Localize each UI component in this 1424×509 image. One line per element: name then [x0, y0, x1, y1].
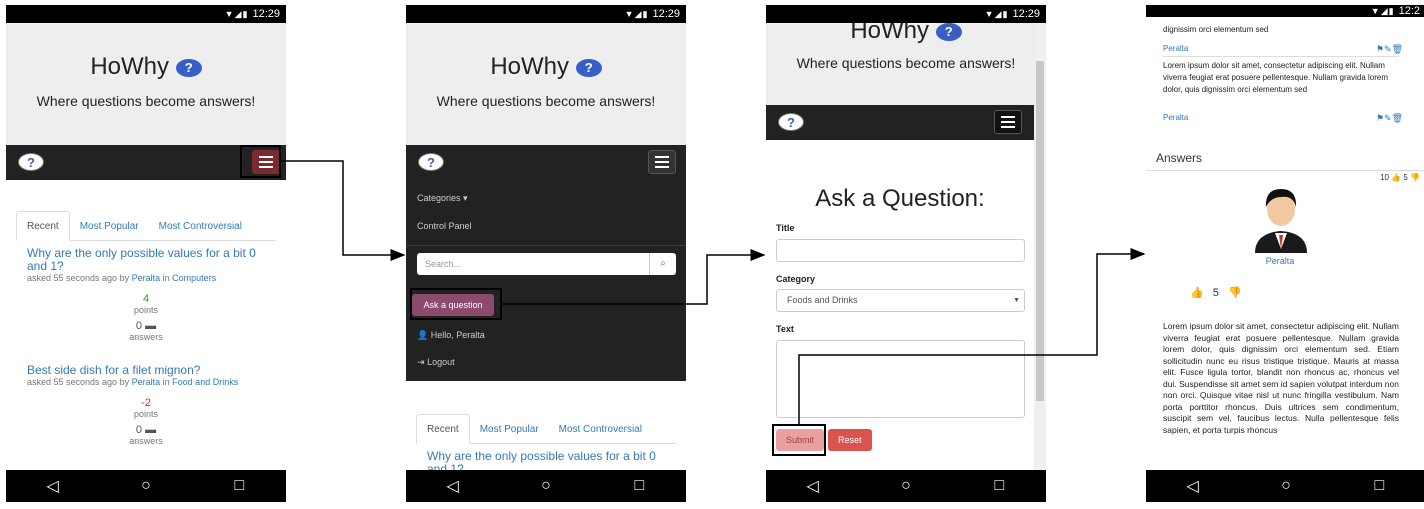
status-bar: ▼◢▮ 12:29: [766, 5, 1046, 23]
recents-icon[interactable]: □: [609, 477, 669, 495]
home-icon[interactable]: ○: [516, 477, 576, 495]
android-nav-bar: ◁ ○ □: [406, 470, 686, 502]
recents-icon[interactable]: □: [209, 477, 269, 495]
signal-icon: ▼◢▮: [624, 9, 649, 19]
back-icon[interactable]: ◁: [1163, 476, 1223, 496]
signal-icon: ▼◢▮: [224, 9, 249, 19]
status-bar: ▼◢▮ 12:29: [406, 5, 686, 23]
android-nav-bar: ◁ ○ □: [766, 470, 1046, 502]
home-icon[interactable]: ○: [1256, 477, 1316, 495]
back-icon[interactable]: ◁: [423, 476, 483, 496]
flow-arrows: [281, 160, 1146, 424]
status-bar: ▼◢▮ 12:29: [6, 5, 286, 23]
status-bar: ▼◢▮ 12:2: [1146, 5, 1424, 17]
recents-icon[interactable]: □: [1349, 477, 1409, 495]
home-icon[interactable]: ○: [116, 477, 176, 495]
back-icon[interactable]: ◁: [23, 476, 83, 496]
android-nav-bar: ◁ ○ □: [6, 470, 286, 502]
signal-icon: ▼◢▮: [1370, 6, 1395, 16]
android-nav-bar: ◁ ○ □: [1146, 470, 1424, 502]
back-icon[interactable]: ◁: [783, 476, 843, 496]
signal-icon: ▼◢▮: [984, 9, 1009, 19]
recents-icon[interactable]: □: [969, 477, 1029, 495]
home-icon[interactable]: ○: [876, 477, 936, 495]
